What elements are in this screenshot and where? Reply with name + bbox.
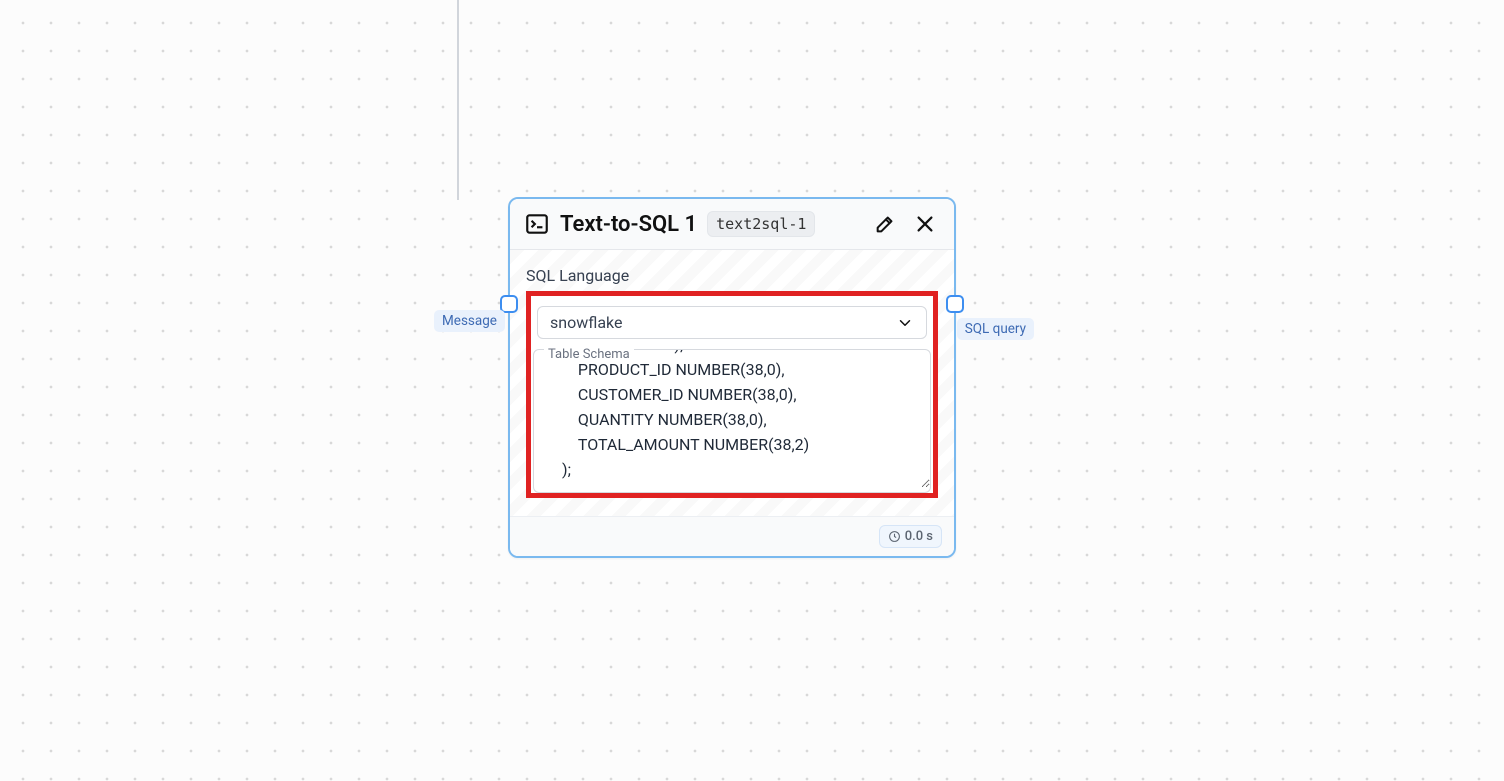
timing-chip: 0.0 s [879,525,942,548]
table-schema-field: Table Schema [533,349,931,493]
table-schema-textarea[interactable] [534,350,930,488]
node-body: SQL Language snowflake Table Schema [510,250,954,516]
sql-language-select[interactable]: snowflake [537,306,927,339]
node-title: Text-to-SQL 1 [560,212,697,237]
sql-language-label: SQL Language [526,266,938,285]
node-footer: 0.0 s [510,516,954,556]
timing-value: 0.0 s [905,529,933,544]
close-icon [914,213,936,235]
terminal-icon [524,211,550,237]
edge-connector [457,0,459,200]
edit-button[interactable] [870,209,900,239]
node-header: Text-to-SQL 1 text2sql-1 [510,199,954,250]
chevron-down-icon [896,314,914,332]
output-port-label: SQL query [957,318,1034,340]
close-button[interactable] [910,209,940,239]
output-port[interactable] [946,295,964,313]
highlight-region: snowflake Table Schema [526,291,938,498]
sql-language-value: snowflake [550,313,622,332]
node-slug: text2sql-1 [707,211,815,237]
pencil-icon [874,213,896,235]
node-text-to-sql[interactable]: Message SQL query Text-to-SQL 1 text2sql… [508,197,956,558]
table-schema-label: Table Schema [544,347,634,362]
clock-icon [888,530,901,543]
input-port-label: Message [434,310,505,332]
